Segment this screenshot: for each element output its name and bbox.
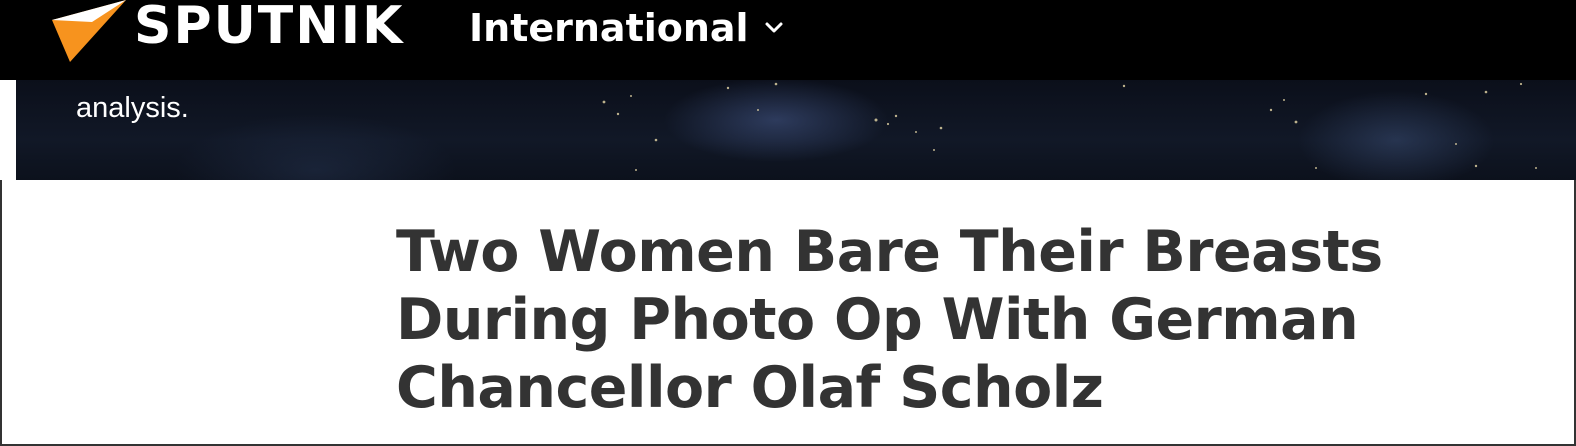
brand-wordmark: SPUTNIK bbox=[134, 0, 405, 56]
chevron-down-icon bbox=[765, 22, 783, 33]
sputnik-logo-link[interactable]: SPUTNIK bbox=[52, 0, 402, 64]
sputnik-logo-icon bbox=[52, 0, 126, 62]
hero-description-text: analysis. bbox=[76, 92, 189, 124]
hero-banner: analysis. bbox=[16, 80, 1576, 180]
content-border-left bbox=[0, 180, 2, 446]
edition-label: International bbox=[469, 6, 749, 50]
top-navigation-bar: SPUTNIK International bbox=[0, 0, 1576, 80]
article-title: Two Women Bare Their Breasts During Phot… bbox=[396, 219, 1383, 421]
left-margin bbox=[0, 80, 16, 446]
city-lights-background bbox=[602, 82, 1537, 171]
edition-selector[interactable]: International bbox=[469, 2, 785, 54]
page: SPUTNIK International analysis. Two Wome… bbox=[0, 0, 1576, 446]
